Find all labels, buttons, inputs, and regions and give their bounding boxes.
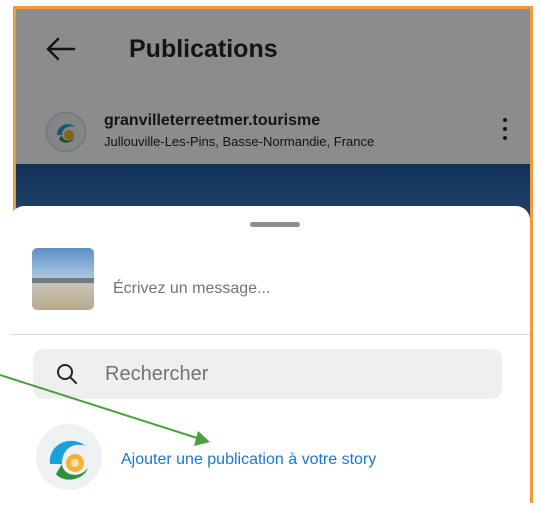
story-avatar[interactable]: [36, 424, 102, 490]
search-input[interactable]: Rechercher: [33, 349, 502, 399]
search-icon: [57, 364, 77, 384]
share-bottom-sheet: Écrivez un message... Rechercher Ajouter…: [10, 206, 530, 506]
search-placeholder: Rechercher: [105, 363, 209, 385]
divider: [10, 334, 530, 335]
sheet-drag-handle[interactable]: [250, 222, 300, 227]
brand-logo-icon: [36, 424, 102, 490]
post-thumbnail: [32, 248, 94, 310]
add-to-story-button[interactable]: Ajouter une publication à votre story: [121, 451, 376, 469]
message-input[interactable]: Écrivez un message...: [113, 280, 270, 298]
